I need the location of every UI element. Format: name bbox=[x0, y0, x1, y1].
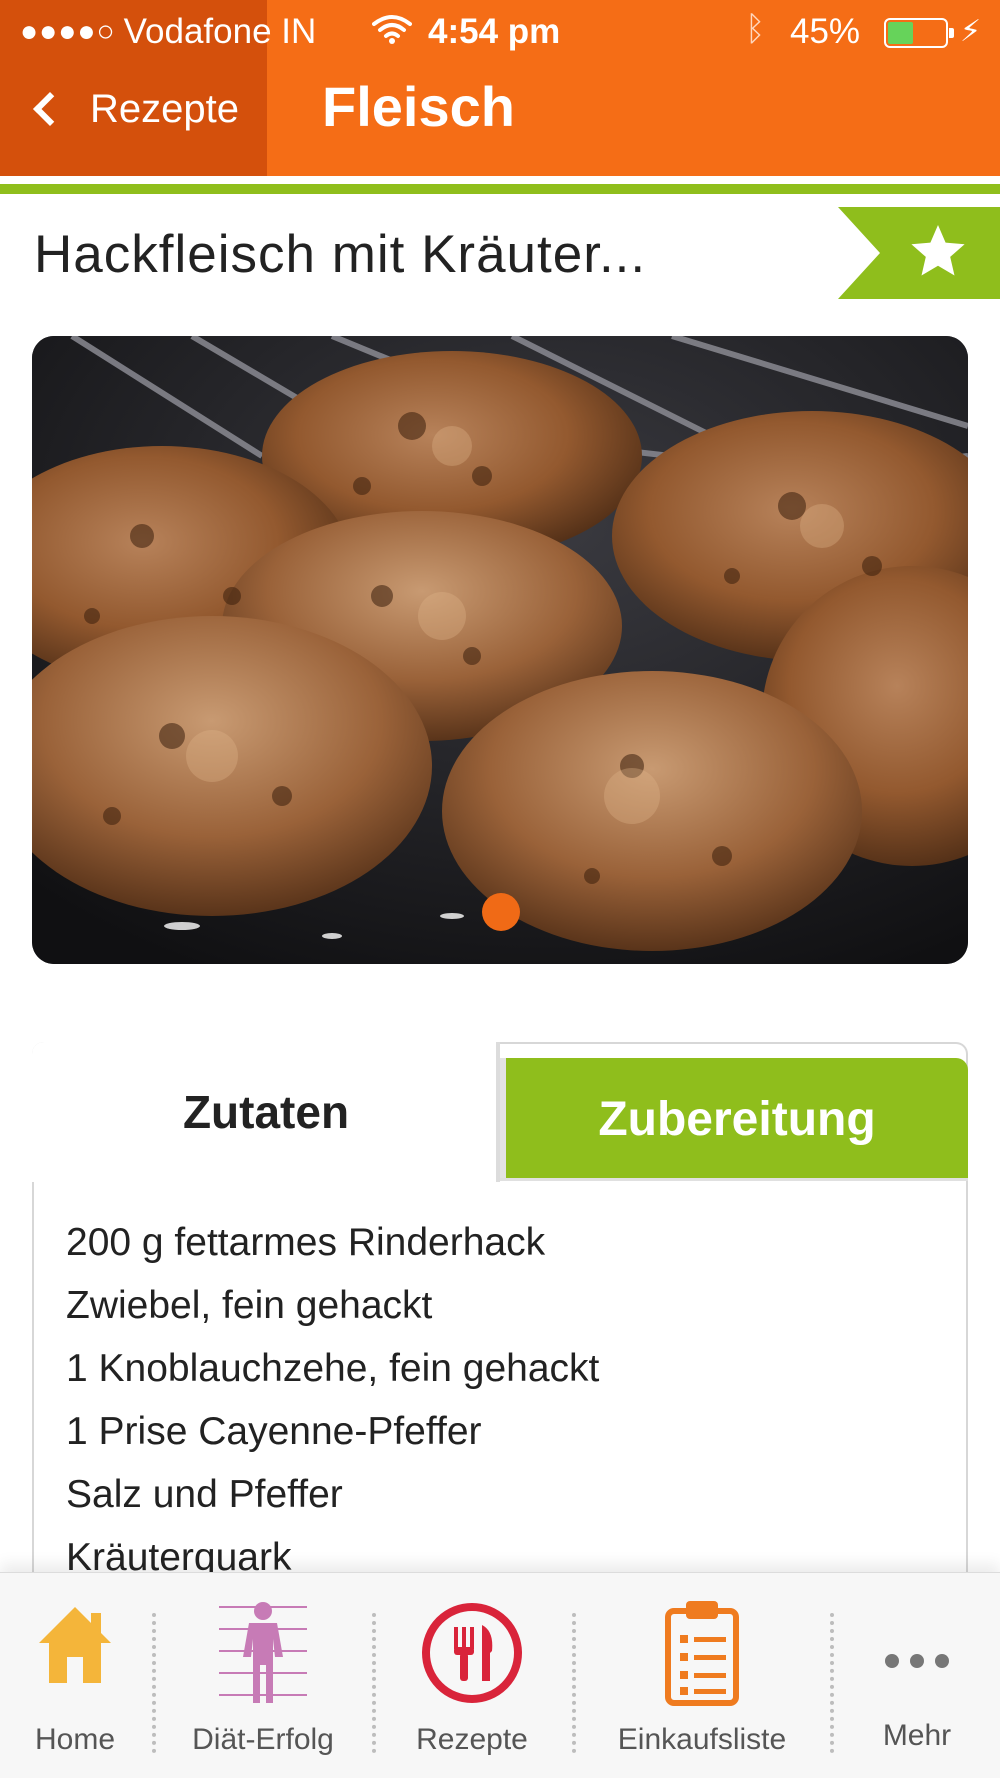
carousel-page-indicator[interactable] bbox=[482, 893, 520, 931]
tabbar-item-rezepte[interactable]: Rezepte bbox=[376, 1573, 568, 1778]
recipe-photo[interactable] bbox=[32, 336, 968, 964]
tab-zutaten[interactable]: Zutaten bbox=[32, 1042, 500, 1182]
favorite-button[interactable] bbox=[838, 207, 1000, 299]
tabbar-label-home: Home bbox=[34, 1723, 116, 1756]
tabbar-label-rezepte: Rezepte bbox=[416, 1723, 528, 1756]
battery-percent: 45% bbox=[790, 12, 861, 51]
body-icon bbox=[219, 1602, 307, 1703]
tabbar-item-diaet-erfolg[interactable]: Diät-Erfolg bbox=[156, 1573, 370, 1778]
charging-icon: ⚡ bbox=[960, 15, 982, 48]
header-divider bbox=[0, 184, 1000, 194]
wifi-icon bbox=[372, 15, 412, 44]
carrier-info: ●●●●○ Vodafone IN bbox=[20, 12, 316, 52]
battery-icon bbox=[884, 18, 954, 48]
tabbar-label-einkaufsliste: Einkaufsliste bbox=[617, 1723, 787, 1756]
tab-zubereitung[interactable]: Zubereitung bbox=[500, 1058, 968, 1180]
battery-fill bbox=[888, 22, 914, 44]
list-item: 1 Knoblauchzehe, fein gehackt bbox=[66, 1347, 600, 1390]
status-time: 4:54 pm bbox=[428, 12, 561, 51]
bluetooth-icon: ᛒ bbox=[745, 10, 766, 48]
signal-strength-icon: ●●●●○ bbox=[20, 15, 116, 48]
chevron-left-icon bbox=[33, 92, 67, 126]
list-item: 200 g fettarmes Rinderhack bbox=[66, 1221, 546, 1264]
back-button[interactable]: Rezepte bbox=[28, 76, 239, 142]
home-icon bbox=[39, 1607, 111, 1683]
list-item: Zwiebel, fein gehackt bbox=[66, 1284, 433, 1327]
status-bar: ●●●●○ Vodafone IN 4:54 pm ᛒ 45% ⚡ bbox=[0, 0, 1000, 66]
page-title: Fleisch bbox=[322, 75, 515, 138]
tabbar-item-home[interactable]: Home bbox=[0, 1573, 150, 1778]
bottom-tab-bar: Home Diät-Erfolg Rezepte Einkaufsliste M… bbox=[0, 1572, 1000, 1778]
more-dots-icon bbox=[885, 1654, 949, 1668]
list-item: 1 Prise Cayenne-Pfeffer bbox=[66, 1410, 482, 1453]
recipe-photo-image bbox=[32, 336, 968, 964]
tab-underline bbox=[500, 1178, 968, 1181]
fork-knife-icon bbox=[422, 1603, 522, 1703]
back-button-label: Rezepte bbox=[90, 86, 239, 131]
clipboard-list-icon bbox=[665, 1601, 739, 1706]
nav-header: ●●●●○ Vodafone IN 4:54 pm ᛒ 45% ⚡ Rezept… bbox=[0, 0, 1000, 176]
ingredient-list: 200 g fettarmes Rinderhack Zwiebel, fein… bbox=[66, 1218, 599, 1596]
list-item: Salz und Pfeffer bbox=[66, 1473, 343, 1516]
tabbar-label-mehr: Mehr bbox=[882, 1719, 952, 1752]
carrier-name: Vodafone IN bbox=[123, 12, 317, 51]
tabbar-item-einkaufsliste[interactable]: Einkaufsliste bbox=[576, 1573, 828, 1778]
recipe-title: Hackfleisch mit Kräuter... bbox=[34, 225, 647, 284]
tabbar-label-diaet-erfolg: Diät-Erfolg bbox=[192, 1723, 334, 1756]
tabbar-item-mehr[interactable]: Mehr bbox=[834, 1573, 1000, 1778]
